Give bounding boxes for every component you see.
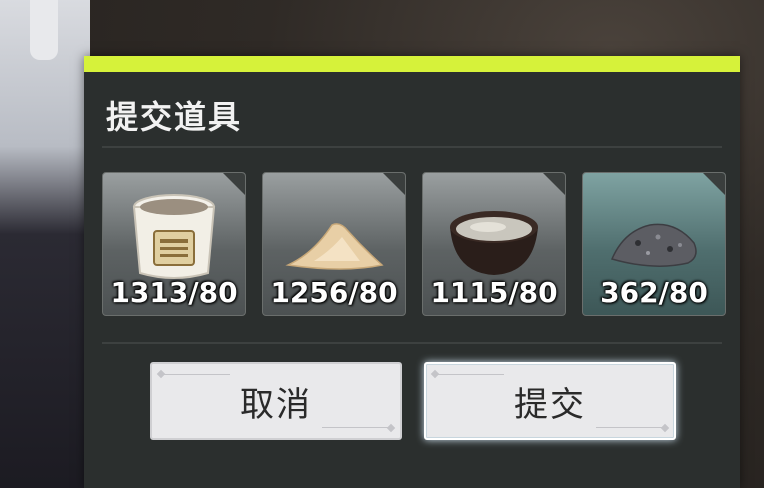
item-count: 362/80 bbox=[600, 276, 708, 309]
submit-items-dialog: 提交道具 1313/80 1256/80 1115/80 362/80 取消 提… bbox=[84, 56, 740, 488]
item-slot-sand-pile[interactable]: 1256/80 bbox=[262, 172, 406, 316]
item-slot-paint-bucket[interactable]: 1313/80 bbox=[102, 172, 246, 316]
item-list: 1313/80 1256/80 1115/80 362/80 bbox=[102, 172, 728, 316]
item-slot-ore-pile[interactable]: 362/80 bbox=[582, 172, 726, 316]
dialog-accent-bar bbox=[84, 56, 740, 72]
divider bbox=[102, 146, 722, 148]
submit-button-label: 提交 bbox=[514, 384, 586, 425]
cancel-button[interactable]: 取消 bbox=[150, 362, 402, 440]
liquid-bowl-icon bbox=[450, 211, 538, 275]
ore-pile-icon bbox=[610, 223, 697, 267]
background-character bbox=[0, 0, 90, 488]
item-slot-liquid-bowl[interactable]: 1115/80 bbox=[422, 172, 566, 316]
cancel-button-label: 取消 bbox=[240, 384, 312, 425]
item-count: 1313/80 bbox=[110, 276, 238, 309]
submit-button[interactable]: 提交 bbox=[424, 362, 676, 440]
paint-bucket-icon bbox=[132, 194, 216, 279]
item-count: 1256/80 bbox=[270, 276, 398, 309]
dialog-title: 提交道具 bbox=[106, 98, 243, 136]
divider bbox=[102, 342, 722, 344]
item-count: 1115/80 bbox=[430, 276, 558, 309]
sand-pile-icon bbox=[285, 223, 384, 270]
